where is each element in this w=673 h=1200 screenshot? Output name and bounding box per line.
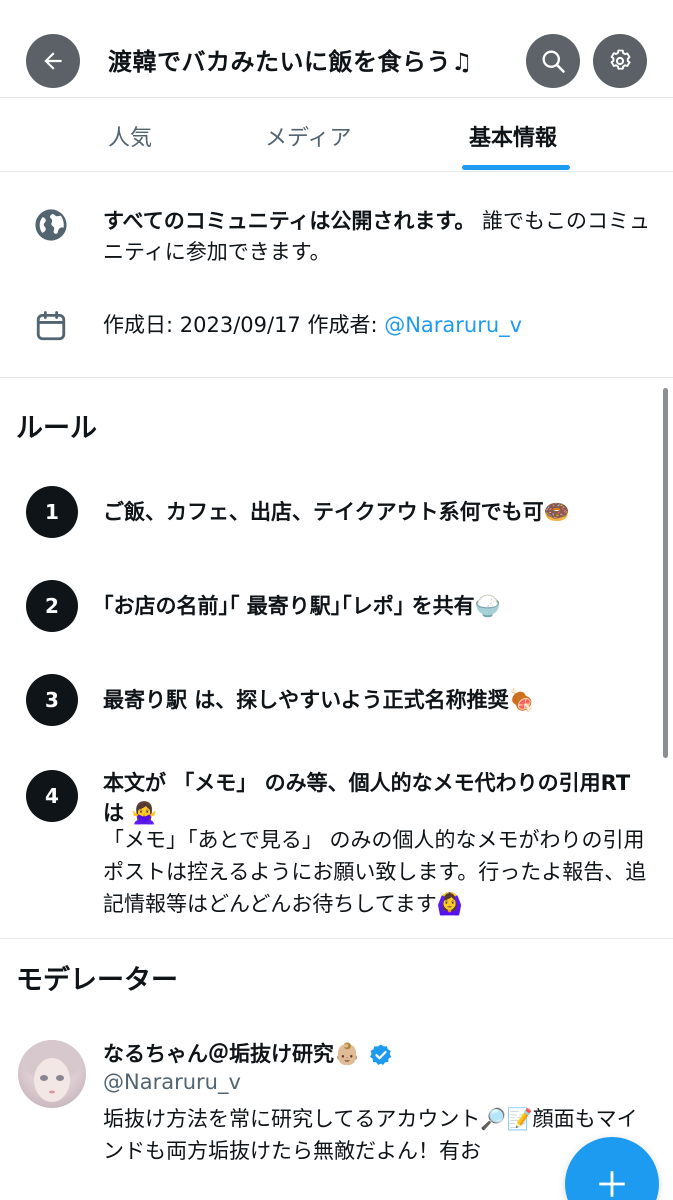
public-notice: すべてのコミュニティは公開されます。 誰でもこのコミュニティに参加できます。 [103,206,651,268]
verified-badge-icon [370,1044,392,1065]
community-info: すべてのコミュニティは公開されます。 誰でもこのコミュニティに参加できます。 作… [0,172,673,378]
rule-number: 2 [26,580,78,632]
scrollbar[interactable] [663,388,668,758]
moderator-handle[interactable]: @Nararuru_v [103,1070,241,1094]
moderator-name-text: なるちゃん＠垢抜け研究👶🏼 [103,1042,361,1066]
public-notice-bold: すべてのコミュニティは公開されます。 [103,209,476,233]
created-info: 作成日: 2023/09/17 作成者: @Nararuru_v [103,310,651,341]
moderator-bio: 垢抜け方法を常に研究してるアカウント🔎📝顔面もマインドも両方垢抜けたら無敵だよん… [103,1107,638,1163]
rule-title: ご飯、カフェ、出店、テイクアウト系何でも可🍩 [103,500,570,524]
rule-number: 1 [26,486,78,538]
rule-title: 本文が 「メモ」 のみ等、個人的なメモ代わりの引用RTは 🙅‍♀️ [103,771,631,825]
top-app-bar: 渡韓でバカみたいに飯を食らう♫ [0,0,673,98]
search-icon [542,50,565,73]
creator-link[interactable]: @Nararuru_v [384,313,522,337]
rule-number: 4 [26,770,78,822]
avatar[interactable] [18,1040,86,1108]
arrow-left-icon [44,52,62,70]
gear-icon [610,49,631,70]
rules-heading: ルール [16,413,97,444]
section-divider [0,938,673,939]
rule-title: 最寄り駅 は、探しやすいよう正式名称推奨🍖 [103,688,535,712]
calendar-icon [36,311,66,341]
tab-media[interactable]: メディア [265,120,351,152]
tab-bar: 人気 メディア 基本情報 [0,98,673,172]
moderator-name[interactable]: なるちゃん＠垢抜け研究👶🏼 [103,1038,393,1068]
globe-icon [35,209,67,241]
community-title: 渡韓でバカみたいに飯を食らう♫ [108,48,474,76]
tab-popular[interactable]: 人気 [108,120,152,152]
search-button[interactable] [526,34,580,88]
plus-icon [599,1171,625,1197]
moderators-heading: モデレーター [16,965,178,996]
avatar-image [22,1040,82,1102]
back-button[interactable] [26,34,80,88]
created-label: 作成日: 2023/09/17 作成者: [103,313,385,337]
rule-title: ｢お店の名前｣｢ 最寄り駅｣｢レポ｣ を共有🍚 [103,594,501,618]
tab-about[interactable]: 基本情報 [469,120,557,152]
rule-description: 「メモ」「あとで見る」 のみの個人的なメモがわりの引用ポストは控えるようにお願い… [103,828,647,916]
settings-button[interactable] [593,34,647,88]
active-tab-indicator [462,165,570,170]
rule-number: 3 [26,674,78,726]
